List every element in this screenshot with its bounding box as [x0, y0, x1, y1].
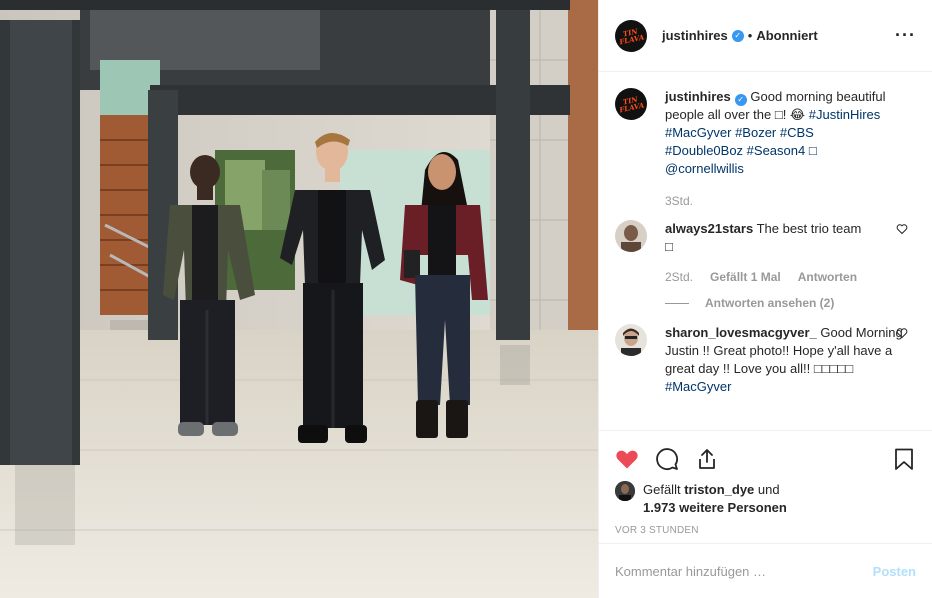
view-replies-button[interactable]: Antworten ansehen (2)	[665, 296, 916, 310]
likes-others-count[interactable]: 1.973 weitere Personen	[643, 500, 787, 515]
comment-like-icon[interactable]	[896, 223, 908, 235]
comment-likes[interactable]: Gefällt 1 Mal	[710, 268, 781, 286]
liker-username[interactable]: triston_dye	[684, 482, 754, 497]
follow-status-button[interactable]: Abonniert	[756, 28, 817, 43]
commenter-avatar[interactable]	[615, 324, 647, 356]
heart-filled-icon[interactable]	[615, 447, 639, 471]
comments-list[interactable]: TIN FLAVA justinhires ✓ Good morning beau…	[599, 72, 932, 430]
photo-scene	[0, 0, 598, 598]
caption-time[interactable]: 3Std.	[665, 192, 693, 210]
post-actions: Gefällt triston_dye und 1.973 weitere Pe…	[599, 430, 932, 543]
comment-text: The best trio team	[756, 221, 862, 236]
share-icon[interactable]	[695, 447, 719, 471]
caption-avatar[interactable]: TIN FLAVA	[615, 88, 647, 120]
comment-item: sharon_lovesmacgyver_ Good Morning Justi…	[615, 324, 916, 396]
instagram-post: TIN FLAVA justinhires ✓ • Abonniert ··· …	[0, 0, 932, 598]
likes-summary: Gefällt triston_dye und 1.973 weitere Pe…	[615, 481, 916, 517]
more-options-icon[interactable]: ···	[895, 25, 916, 46]
reply-button[interactable]: Antworten	[798, 268, 857, 286]
avatar-logo: TIN FLAVA	[618, 26, 645, 46]
post-timestamp[interactable]: VOR 3 STUNDEN	[615, 525, 916, 536]
hashtag-link[interactable]: #Double0Boz #Season4 □	[665, 143, 817, 158]
liker-avatar[interactable]	[615, 481, 635, 501]
post-photo[interactable]	[0, 0, 598, 598]
comment-text-emoji: □	[665, 239, 673, 254]
author-avatar[interactable]: TIN FLAVA	[615, 19, 647, 52]
comment-username[interactable]: sharon_lovesmacgyver_	[665, 325, 817, 340]
action-bar	[615, 439, 916, 479]
post-comment-button[interactable]: Posten	[873, 564, 916, 579]
hashtag-link[interactable]: #MacGyver	[665, 379, 731, 394]
comment-time[interactable]: 2Std.	[665, 268, 693, 286]
likes-connector: und	[757, 482, 780, 497]
caption-username[interactable]: justinhires	[665, 89, 731, 104]
comment-input[interactable]	[615, 563, 873, 579]
comment-username[interactable]: always21stars	[665, 221, 753, 236]
post-sidebar: TIN FLAVA justinhires ✓ • Abonniert ··· …	[598, 0, 932, 598]
commenter-avatar[interactable]	[615, 220, 647, 252]
avatar-logo: TIN FLAVA	[618, 94, 645, 115]
likes-prefix: Gefällt	[643, 482, 681, 497]
verified-badge-icon: ✓	[734, 94, 747, 106]
comment-icon[interactable]	[655, 447, 679, 471]
mention-link[interactable]: @cornellwillis	[665, 161, 744, 176]
caption: TIN FLAVA justinhires ✓ Good morning beau…	[615, 88, 916, 210]
post-header: TIN FLAVA justinhires ✓ • Abonniert ···	[599, 0, 932, 72]
header-separator: •	[747, 28, 753, 43]
bookmark-icon[interactable]	[892, 447, 916, 471]
author-username[interactable]: justinhires	[662, 28, 728, 43]
comment-like-icon[interactable]	[896, 327, 908, 339]
verified-badge-icon: ✓	[731, 29, 744, 42]
hashtag-link[interactable]: #JustinHires	[809, 107, 881, 122]
comment-item: always21stars The best trio team □ 2Std.…	[615, 220, 916, 286]
replies-divider	[665, 302, 689, 304]
view-replies-label: Antworten ansehen (2)	[705, 296, 835, 310]
add-comment-form: Posten	[599, 543, 932, 598]
hashtag-link[interactable]: #MacGyver #Bozer #CBS	[665, 125, 814, 140]
